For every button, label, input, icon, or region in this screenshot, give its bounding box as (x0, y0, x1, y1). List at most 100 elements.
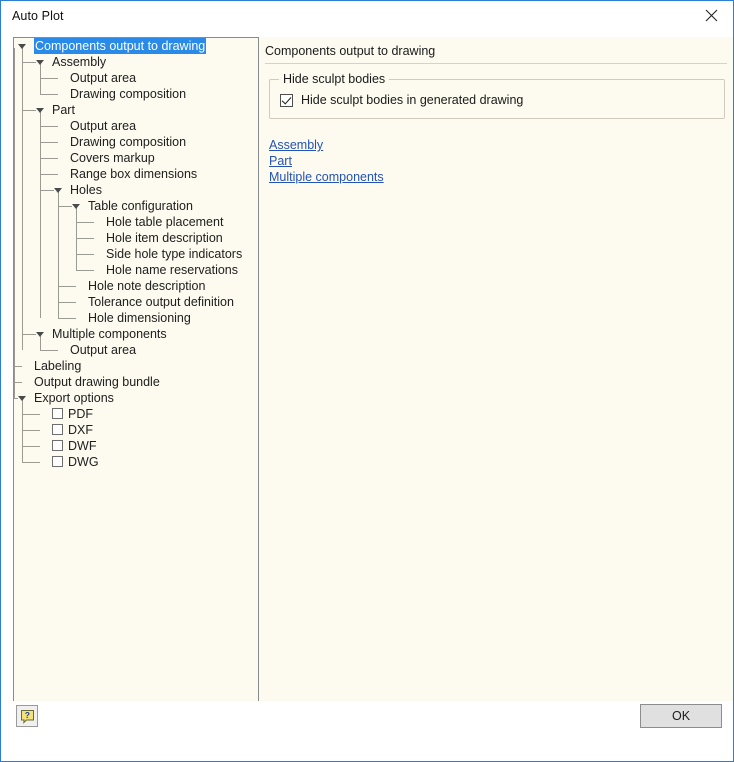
hide-sculpt-bodies-checkbox[interactable] (280, 93, 293, 107)
tree-item-checkbox[interactable] (52, 424, 63, 435)
tree-item-label: Holes (70, 183, 102, 197)
tree-item-label: Covers markup (70, 151, 155, 165)
tree-item[interactable]: Components output to drawing (14, 38, 258, 54)
tree-item[interactable]: Hole note description (14, 278, 258, 294)
tree-item[interactable]: Multiple components (14, 326, 258, 342)
group-title: Hide sculpt bodies (279, 72, 390, 86)
settings-tree-panel[interactable]: Components output to drawing Assembly Outp… (13, 37, 259, 731)
tree-connector (40, 78, 58, 79)
settings-tree: Components output to drawing Assembly Outp… (14, 38, 258, 469)
tree-expander-icon[interactable] (54, 187, 63, 194)
tree-connector (22, 334, 36, 335)
link-multiple-components[interactable]: Multiple components (269, 169, 384, 185)
tree-connector (22, 62, 36, 63)
tree-connector (76, 238, 94, 239)
link-part[interactable]: Part (269, 153, 292, 169)
tree-item-label: Tolerance output definition (88, 295, 234, 309)
tree-item-label: Hole dimensioning (88, 311, 191, 325)
tree-connector (40, 142, 58, 143)
tree-item[interactable]: Hole dimensioning (14, 310, 258, 326)
tree-connector (14, 366, 22, 367)
svg-text:?: ? (24, 710, 29, 720)
title-bar: Auto Plot (1, 1, 733, 31)
related-links: Assembly Part Multiple components (269, 137, 384, 185)
tree-item-label: Hole name reservations (106, 263, 239, 277)
tree-connector (76, 222, 94, 223)
tree-item-label: Assembly (52, 55, 107, 69)
tree-item[interactable]: DWG (14, 454, 258, 470)
tree-item[interactable]: Drawing composition (14, 134, 258, 150)
dialog-footer: ? OK (1, 701, 733, 761)
tree-connector (22, 414, 40, 415)
tree-item[interactable]: Output area (14, 70, 258, 86)
tree-item-label: DXF (68, 423, 93, 437)
tree-item[interactable]: Assembly (14, 54, 258, 70)
tree-item[interactable]: DXF (14, 422, 258, 438)
tree-item[interactable]: Output area (14, 118, 258, 134)
tree-connector (76, 254, 94, 255)
tree-item-label: Output drawing bundle (34, 375, 160, 389)
tree-expander-icon[interactable] (36, 331, 45, 338)
tree-item[interactable]: Side hole type indicators (14, 246, 258, 262)
tree-item-label: Side hole type indicators (106, 247, 243, 261)
tree-item[interactable]: Holes (14, 182, 258, 198)
tree-item-label: DWF (68, 439, 97, 453)
tree-connector (76, 270, 94, 271)
tree-item-label: Multiple components (52, 327, 167, 341)
tree-item-checkbox[interactable] (52, 456, 63, 467)
tree-item[interactable]: Covers markup (14, 150, 258, 166)
ok-button[interactable]: OK (640, 704, 722, 728)
tree-item-label: Hole table placement (106, 215, 224, 229)
tree-connector (22, 110, 36, 111)
tree-connector (22, 446, 40, 447)
tree-item-label: Labeling (34, 359, 82, 373)
tree-item[interactable]: Drawing composition (14, 86, 258, 102)
tree-item[interactable]: Export options (14, 390, 258, 406)
tree-item-label: Export options (34, 391, 114, 405)
tree-item[interactable]: Hole item description (14, 230, 258, 246)
tree-item-label: Table configuration (88, 199, 193, 213)
tree-item-label: Output area (70, 71, 137, 85)
tree-connector (58, 302, 76, 303)
tree-connector (22, 430, 40, 431)
tree-item-label: Drawing composition (70, 135, 187, 149)
tree-connector (40, 190, 54, 191)
tree-expander-icon[interactable] (36, 107, 45, 114)
tree-item[interactable]: PDF (14, 406, 258, 422)
tree-item-label: Part (52, 103, 75, 117)
tree-item-label: Drawing composition (70, 87, 187, 101)
link-assembly[interactable]: Assembly (269, 137, 323, 153)
tree-item[interactable]: Hole table placement (14, 214, 258, 230)
tree-item[interactable]: Labeling (14, 358, 258, 374)
tree-connector (40, 94, 58, 95)
hide-sculpt-bodies-group: Hide sculpt bodies Hide sculpt bodies in… (269, 72, 725, 119)
hide-sculpt-bodies-checkbox-row[interactable]: Hide sculpt bodies in generated drawing (280, 93, 523, 107)
tree-item[interactable]: Part (14, 102, 258, 118)
tree-expander-icon[interactable] (18, 43, 27, 50)
tree-item[interactable]: DWF (14, 438, 258, 454)
help-icon[interactable]: ? (16, 705, 38, 727)
tree-connector (40, 350, 58, 351)
tree-item[interactable]: Tolerance output definition (14, 294, 258, 310)
tree-connector (58, 206, 72, 207)
tree-item[interactable]: Range box dimensions (14, 166, 258, 182)
tree-item-label: Output area (70, 119, 137, 133)
close-icon[interactable] (689, 1, 733, 30)
tree-expander-icon[interactable] (72, 203, 81, 210)
tree-connector (58, 286, 76, 287)
tree-item-checkbox[interactable] (52, 440, 63, 451)
tree-connector (40, 126, 58, 127)
tree-connector (14, 382, 22, 383)
tree-connector (40, 158, 58, 159)
tree-item[interactable]: Hole name reservations (14, 262, 258, 278)
tree-item[interactable]: Output area (14, 342, 258, 358)
tree-item-label: Hole item description (106, 231, 223, 245)
tree-item[interactable]: Output drawing bundle (14, 374, 258, 390)
tree-connector (40, 174, 58, 175)
tree-item[interactable]: Table configuration (14, 198, 258, 214)
tree-expander-icon[interactable] (18, 395, 27, 402)
tree-expander-icon[interactable] (36, 59, 45, 66)
content-panel: Components output to drawing Hide sculpt… (259, 37, 733, 731)
window-title: Auto Plot (12, 9, 64, 23)
tree-item-checkbox[interactable] (52, 408, 63, 419)
